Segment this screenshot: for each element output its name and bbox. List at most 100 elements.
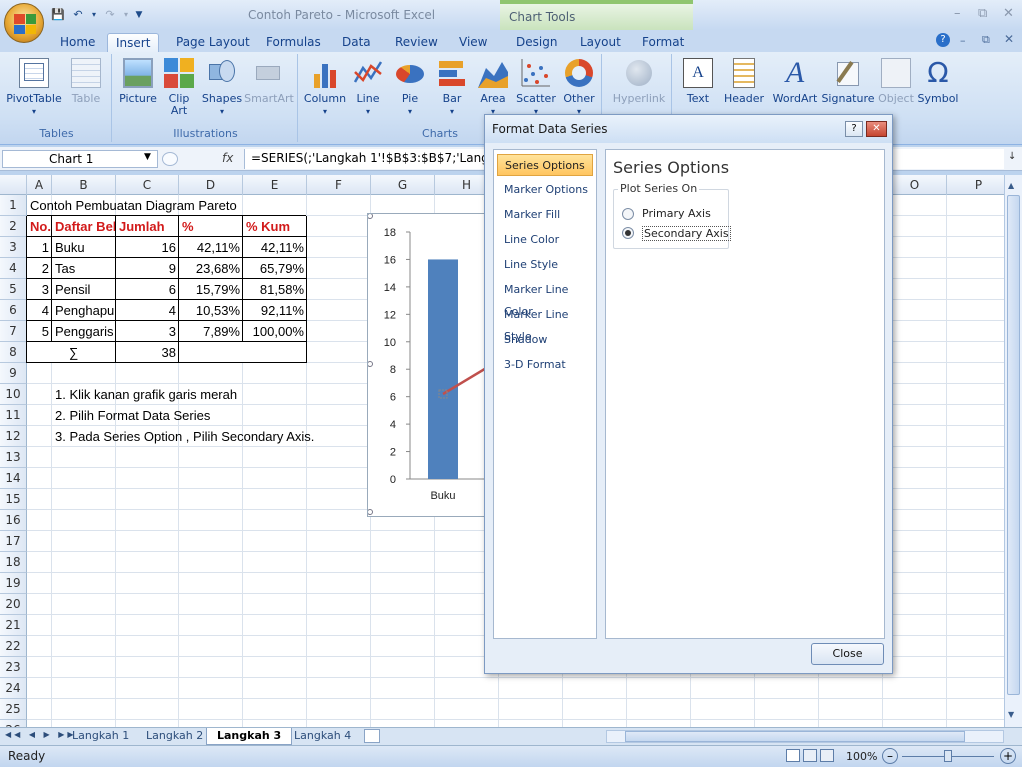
pie-chart-button[interactable]: Pie ▾ xyxy=(392,58,428,118)
dialog-title-bar[interactable]: Format Data Series ? ✕ xyxy=(485,115,892,143)
column-header-g[interactable]: G xyxy=(371,175,435,195)
note-cell[interactable]: 2. Pilih Format Data Series xyxy=(52,405,382,426)
row-header-10[interactable]: 10 xyxy=(0,384,27,405)
smartart-button[interactable]: SmartArt xyxy=(244,58,294,105)
row-header-23[interactable]: 23 xyxy=(0,657,27,678)
table-cell[interactable]: 2 xyxy=(27,258,52,279)
row-header-14[interactable]: 14 xyxy=(0,468,27,489)
tab-review[interactable]: Review xyxy=(387,33,446,53)
name-box[interactable]: Chart 1 xyxy=(2,150,158,168)
dialog-option-marker-fill[interactable]: Marker Fill xyxy=(497,204,593,226)
row-header-24[interactable]: 24 xyxy=(0,678,27,699)
header-cell[interactable]: % Kum xyxy=(243,216,307,237)
zoom-out-icon[interactable]: – xyxy=(882,748,898,764)
line-chart-button[interactable]: Line ▾ xyxy=(348,58,388,118)
table-cell[interactable]: 9 xyxy=(116,258,179,279)
page-layout-view-icon[interactable] xyxy=(803,749,817,762)
sheet-tab-langkah-1[interactable]: Langkah 1 xyxy=(62,728,139,745)
tab-home[interactable]: Home xyxy=(52,33,103,53)
table-cell[interactable]: 3 xyxy=(116,321,179,342)
bar-chart-button[interactable]: Bar ▾ xyxy=(434,58,470,118)
dialog-option-marker-line-style[interactable]: Marker Line Style xyxy=(497,304,593,343)
row-header-4[interactable]: 4 xyxy=(0,258,27,279)
clip-art-button[interactable]: Clip Art xyxy=(162,58,196,117)
dialog-close-icon[interactable]: ✕ xyxy=(866,121,887,137)
header-cell[interactable]: Daftar Bel xyxy=(52,216,116,237)
page-break-view-icon[interactable] xyxy=(820,749,834,762)
row-header-19[interactable]: 19 xyxy=(0,573,27,594)
table-cell[interactable]: 4 xyxy=(27,300,52,321)
table-cell[interactable]: Penggaris xyxy=(52,321,116,342)
primary-axis-radio[interactable] xyxy=(622,208,634,220)
tab-page-layout[interactable]: Page Layout xyxy=(168,33,258,53)
minimize-icon[interactable]: – xyxy=(954,6,961,21)
other-charts-button[interactable]: Other ▾ xyxy=(560,58,598,118)
row-header-2[interactable]: 2 xyxy=(0,216,27,237)
tab-layout[interactable]: Layout xyxy=(572,33,629,53)
row-header-22[interactable]: 22 xyxy=(0,636,27,657)
table-cell[interactable]: 3 xyxy=(27,279,52,300)
table-cell[interactable]: Pensil xyxy=(52,279,116,300)
tab-view[interactable]: View xyxy=(451,33,495,53)
sheet-tab-langkah-2[interactable]: Langkah 2 xyxy=(136,728,213,745)
row-header-25[interactable]: 25 xyxy=(0,699,27,720)
redo-icon[interactable]: ↷ xyxy=(102,7,118,23)
ribbon-minimize-icon[interactable]: – xyxy=(960,34,966,47)
tab-data[interactable]: Data xyxy=(334,33,379,53)
chart-plot[interactable]: 18 16 14 12 10 8 6 4 2 0 Buku xyxy=(368,214,496,516)
office-button[interactable] xyxy=(4,3,44,43)
close-button[interactable]: Close xyxy=(811,643,884,665)
table-cell[interactable]: Buku xyxy=(52,237,116,258)
table-button[interactable]: Table xyxy=(66,58,106,105)
row-header-26[interactable]: 26 xyxy=(0,720,27,727)
insert-function-icon[interactable]: fx xyxy=(222,151,233,165)
customize-qat-icon[interactable]: ▼ xyxy=(134,7,144,23)
row-header-18[interactable]: 18 xyxy=(0,552,27,573)
horizontal-scroll-thumb[interactable] xyxy=(625,731,965,742)
help-icon[interactable]: ? xyxy=(936,33,950,47)
object-button[interactable]: Object xyxy=(876,58,916,105)
redo-dropdown-icon[interactable]: ▾ xyxy=(122,7,130,23)
table-cell[interactable]: 5 xyxy=(27,321,52,342)
dialog-option-marker-options[interactable]: Marker Options xyxy=(497,179,593,201)
table-cell[interactable]: 100,00% xyxy=(243,321,307,342)
row-header-13[interactable]: 13 xyxy=(0,447,27,468)
dialog-help-icon[interactable]: ? xyxy=(845,121,863,137)
row-header-17[interactable]: 17 xyxy=(0,531,27,552)
undo-dropdown-icon[interactable]: ▾ xyxy=(90,7,98,23)
table-cell[interactable]: Penghapu xyxy=(52,300,116,321)
row-header-21[interactable]: 21 xyxy=(0,615,27,636)
row-header-15[interactable]: 15 xyxy=(0,489,27,510)
table-cell[interactable]: 10,53% xyxy=(179,300,243,321)
table-cell[interactable]: 6 xyxy=(116,279,179,300)
wordart-button[interactable]: A WordArt xyxy=(770,58,820,105)
restore-icon[interactable]: ⧉ xyxy=(978,6,987,21)
row-header-1[interactable]: 1 xyxy=(0,195,27,216)
secondary-axis-radio[interactable] xyxy=(622,227,634,239)
table-cell[interactable]: 1 xyxy=(27,237,52,258)
dialog-option-line-color[interactable]: Line Color xyxy=(497,229,593,251)
save-icon[interactable]: 💾 xyxy=(50,7,66,23)
area-chart-button[interactable]: Area ▾ xyxy=(476,58,510,118)
dialog-option-shadow[interactable]: Shadow xyxy=(497,329,593,351)
note-cell[interactable]: 1. Klik kanan grafik garis merah xyxy=(52,384,382,405)
normal-view-icon[interactable] xyxy=(786,749,800,762)
cell-title[interactable]: Contoh Pembuatan Diagram Pareto xyxy=(27,195,287,216)
primary-axis-label[interactable]: Primary Axis xyxy=(642,207,711,220)
text-box-button[interactable]: A Text xyxy=(678,58,718,105)
row-header-5[interactable]: 5 xyxy=(0,279,27,300)
zoom-slider-thumb[interactable] xyxy=(944,750,952,762)
column-header-e[interactable]: E xyxy=(243,175,307,195)
close-window-icon[interactable]: ✕ xyxy=(1003,6,1014,21)
column-header-a[interactable]: A xyxy=(27,175,52,195)
row-header-11[interactable]: 11 xyxy=(0,405,27,426)
dialog-option-series-options[interactable]: Series Options xyxy=(497,154,593,176)
dialog-option-3-d-format[interactable]: 3-D Format xyxy=(497,354,593,376)
tab-formulas[interactable]: Formulas xyxy=(258,33,329,53)
sheet-tab-langkah-3[interactable]: Langkah 3 xyxy=(206,728,293,745)
table-cell[interactable]: 42,11% xyxy=(179,237,243,258)
row-header-8[interactable]: 8 xyxy=(0,342,27,363)
row-header-7[interactable]: 7 xyxy=(0,321,27,342)
table-cell[interactable]: 4 xyxy=(116,300,179,321)
row-header-20[interactable]: 20 xyxy=(0,594,27,615)
